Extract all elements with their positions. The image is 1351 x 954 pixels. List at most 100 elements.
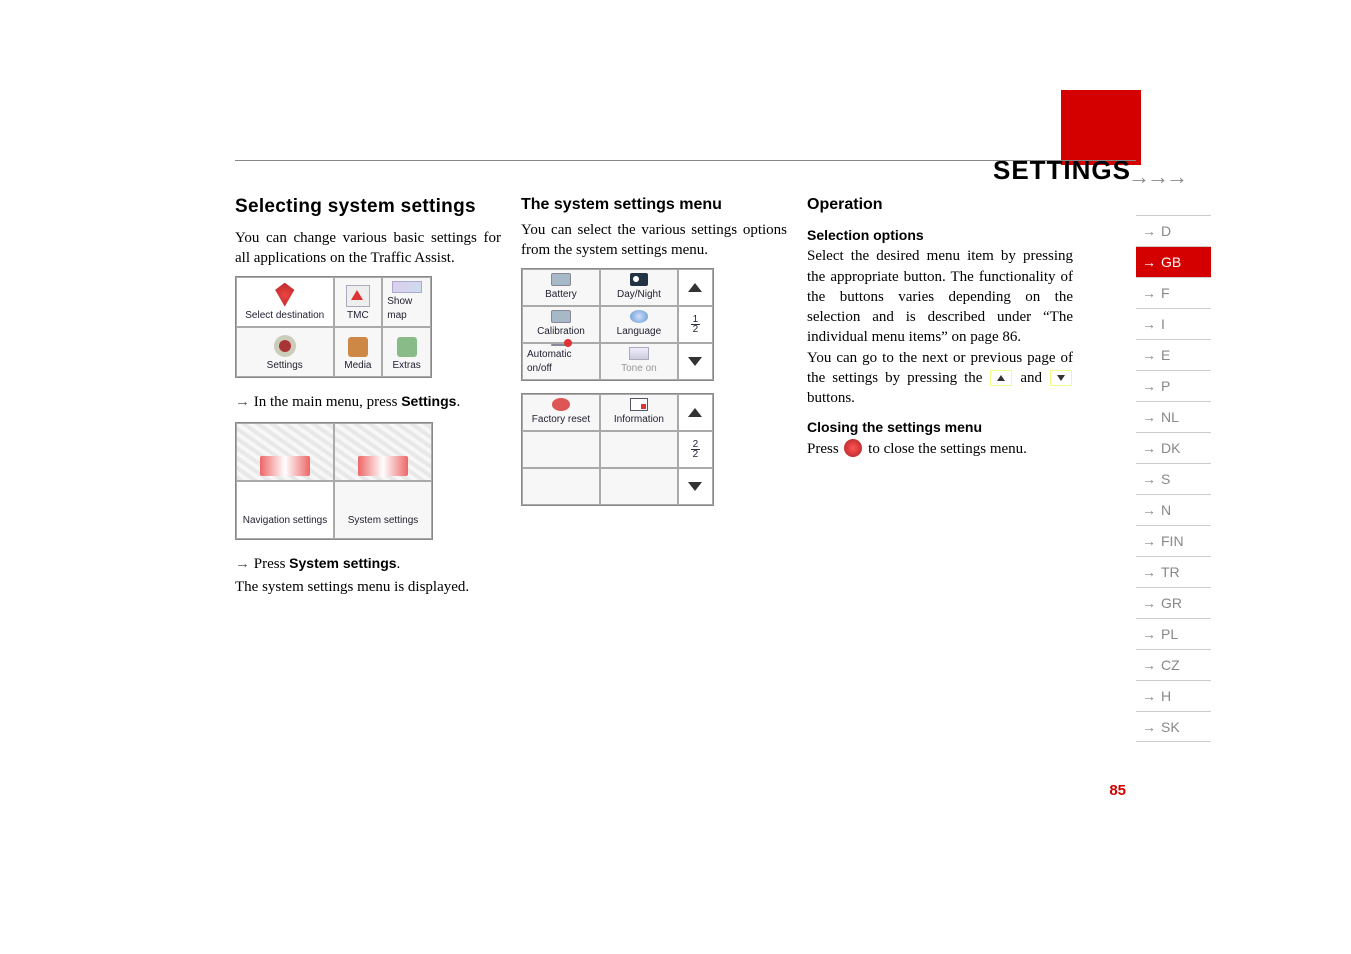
lang-code: E	[1161, 347, 1170, 363]
step-press-system-settings: Press System settings.	[235, 554, 501, 574]
arrow-icon: →	[1142, 440, 1155, 456]
text: buttons.	[807, 390, 855, 406]
breadcrumb-arrows: →→→	[1128, 164, 1188, 190]
tile-automatic[interactable]: Automatic on/off	[522, 343, 600, 380]
tile-information[interactable]: Information	[600, 394, 678, 431]
chevron-up-icon	[688, 283, 702, 292]
tile-factory-reset[interactable]: Factory reset	[522, 394, 600, 431]
arrow-icon: →	[1142, 254, 1155, 270]
lang-item-i[interactable]: →I	[1136, 308, 1211, 339]
tile-label: Calibration	[537, 325, 585, 339]
tile-label: Battery	[545, 288, 577, 302]
lang-item-p[interactable]: →P	[1136, 370, 1211, 401]
lang-item-sk[interactable]: →SK	[1136, 711, 1211, 742]
lang-code: I	[1161, 316, 1165, 332]
lang-code: GB	[1161, 254, 1181, 270]
lang-code: FIN	[1161, 533, 1184, 549]
tab-preview	[358, 456, 408, 476]
tile-empty	[600, 468, 678, 505]
tab-label-system[interactable]: System settings	[334, 481, 432, 539]
lang-item-h[interactable]: →H	[1136, 680, 1211, 711]
lang-item-cz[interactable]: →CZ	[1136, 649, 1211, 680]
tile-empty	[522, 468, 600, 505]
lang-item-d[interactable]: →D	[1136, 215, 1211, 246]
tile-empty	[600, 431, 678, 468]
lang-item-gr[interactable]: →GR	[1136, 587, 1211, 618]
lang-code: PL	[1161, 626, 1178, 642]
lang-item-gb[interactable]: → GB	[1136, 246, 1211, 277]
tile-label: Extras	[392, 359, 420, 373]
tile-tone[interactable]: Tone on	[600, 343, 678, 380]
text: Press	[807, 441, 842, 457]
tile-calibration[interactable]: Calibration	[522, 306, 600, 343]
arrow-icon: →	[1142, 502, 1155, 518]
lang-item-dk[interactable]: →DK	[1136, 432, 1211, 463]
inline-page-down-button[interactable]	[1050, 370, 1072, 386]
tile-label: Factory reset	[532, 413, 590, 427]
heading-system-menu: The system settings menu	[521, 194, 787, 216]
tile-battery[interactable]: Battery	[522, 269, 600, 306]
page-total: 2	[691, 325, 701, 333]
lang-code: CZ	[1161, 657, 1180, 673]
lang-item-pl[interactable]: → PL	[1136, 618, 1211, 649]
factory-reset-icon	[552, 398, 570, 411]
para-select-options: You can select the various settings opti…	[521, 220, 787, 261]
tile-label: TMC	[347, 309, 369, 323]
back-icon[interactable]	[844, 439, 862, 457]
nav-down-button[interactable]	[678, 343, 713, 380]
step-button-name: Settings	[401, 393, 456, 409]
chevron-down-icon	[1057, 375, 1065, 381]
tab-label-navigation[interactable]: Navigation settings	[236, 481, 334, 539]
chevron-up-icon	[997, 375, 1005, 381]
lang-code: N	[1161, 502, 1171, 518]
header-rule	[235, 160, 1136, 161]
nav-up-button[interactable]	[678, 269, 713, 306]
lang-item-fin[interactable]: → FIN	[1136, 525, 1211, 556]
step-press-settings: In the main menu, press Settings.	[235, 392, 501, 412]
figure-settings-tabs: Navigation settings System settings	[235, 422, 433, 540]
menu-tile-media[interactable]: Media	[334, 327, 383, 377]
arrow-icon: →	[1142, 533, 1155, 549]
tile-language[interactable]: Language	[600, 306, 678, 343]
menu-tile-show-map[interactable]: Show map	[382, 277, 431, 327]
arrow-icon: →	[1142, 564, 1155, 580]
arrow-icon: →	[1142, 409, 1155, 425]
gear-icon	[274, 335, 296, 357]
arrow-icon: →	[1142, 626, 1155, 642]
menu-tile-extras[interactable]: Extras	[382, 327, 431, 377]
inline-page-up-button[interactable]	[990, 370, 1012, 386]
tile-label: Select destination	[245, 309, 324, 323]
auto-onoff-icon	[551, 344, 571, 346]
information-icon	[630, 398, 648, 411]
figure-system-settings-page2: Factory reset Information 2 2	[521, 393, 714, 506]
menu-tile-tmc[interactable]: TMC	[334, 277, 383, 327]
chevron-down-icon	[688, 482, 702, 491]
text: and	[1013, 370, 1049, 386]
subheading-selection-options: Selection options	[807, 226, 1073, 245]
lang-item-s[interactable]: →S	[1136, 463, 1211, 494]
tile-empty	[522, 431, 600, 468]
battery-icon	[551, 273, 571, 286]
arrow-icon: →	[1142, 595, 1155, 611]
lang-code: TR	[1161, 564, 1180, 580]
figure-main-menu: Select destination TMC Show map Settings	[235, 276, 432, 378]
tab-navigation-settings[interactable]	[236, 423, 334, 481]
tone-icon	[629, 347, 649, 360]
lang-item-tr[interactable]: → TR	[1136, 556, 1211, 587]
para-paging: You can go to the next or previous page …	[807, 348, 1073, 409]
tab-preview	[260, 456, 310, 476]
menu-tile-settings[interactable]: Settings	[236, 327, 334, 377]
tab-system-settings-preview[interactable]	[334, 423, 432, 481]
pin-icon	[273, 283, 297, 307]
lang-item-n[interactable]: →N	[1136, 494, 1211, 525]
lang-item-e[interactable]: →E	[1136, 339, 1211, 370]
heading-selecting: Selecting system settings	[235, 194, 501, 220]
day-night-icon	[630, 273, 648, 286]
menu-tile-select-destination[interactable]: Select destination	[236, 277, 334, 327]
lang-item-nl[interactable]: →NL	[1136, 401, 1211, 432]
lang-item-f[interactable]: →F	[1136, 277, 1211, 308]
column-3: Operation Selection options Select the d…	[807, 194, 1073, 597]
nav-up-button-2[interactable]	[678, 394, 713, 431]
nav-down-button-2[interactable]	[678, 468, 713, 505]
tile-day-night[interactable]: Day/Night	[600, 269, 678, 306]
